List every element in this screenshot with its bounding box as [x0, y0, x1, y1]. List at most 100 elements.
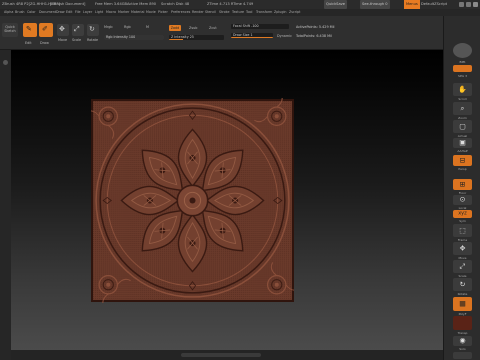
menus-toggle[interactable]: Menus: [404, 0, 420, 9]
menu-alpha[interactable]: Alpha: [4, 9, 13, 16]
zsub-button[interactable]: Zsub: [189, 26, 197, 30]
m-button[interactable]: M: [146, 25, 149, 29]
scale-icon: ⤢: [74, 25, 80, 33]
menu-color[interactable]: Color: [27, 9, 36, 16]
scroll-icon: ✋: [458, 85, 467, 93]
persp-icon: ⊟: [459, 156, 466, 164]
menu-draw[interactable]: Draw: [56, 9, 65, 16]
polyf-button[interactable]: ▦: [453, 297, 472, 311]
document-name: [ZBrush Document]: [50, 2, 86, 6]
color-swatch-icon[interactable]: [3, 60, 8, 65]
menu-stroke[interactable]: Stroke: [219, 9, 230, 16]
rgb-intensity-value: Rgb Intensity 100: [106, 35, 136, 39]
dynamic-button[interactable]: Dynamic: [277, 34, 292, 38]
frame-icon: ⬚: [459, 226, 466, 234]
material-sphere-icon[interactable]: [453, 43, 472, 58]
polyf-icon: ▦: [459, 299, 466, 308]
scroll-label: Scroll: [458, 97, 467, 101]
move-icon: ✥: [59, 25, 65, 33]
default-script-button[interactable]: DefaultZScript: [421, 0, 447, 9]
menu-movie[interactable]: Movie: [146, 9, 156, 16]
see-through-slider[interactable]: See-through 0: [360, 0, 390, 9]
menu-document[interactable]: Document: [39, 9, 56, 16]
draw-button[interactable]: ✐: [39, 23, 53, 37]
menu-tool[interactable]: Tool: [246, 9, 252, 16]
scale-button[interactable]: ⤢: [72, 24, 84, 36]
menu-stencil[interactable]: Stencil: [205, 9, 216, 16]
menu-marker[interactable]: Marker: [118, 9, 129, 16]
floor-button[interactable]: ⊞: [453, 179, 472, 190]
rotate-button[interactable]: ↻: [87, 24, 99, 36]
aahalf-icon: ▣: [459, 138, 466, 147]
rotate-view-icon: ↻: [459, 280, 466, 288]
menu-picker[interactable]: Picker: [158, 9, 168, 16]
menu-light[interactable]: Light: [95, 9, 103, 16]
quicksave-button[interactable]: QuickSave: [324, 0, 347, 9]
aahalf-button[interactable]: ▣: [453, 138, 472, 148]
edit-button[interactable]: ✎: [23, 23, 37, 37]
move-button[interactable]: ✥: [57, 24, 69, 36]
transp-label: Transp: [457, 331, 468, 335]
menu-material[interactable]: Material: [131, 9, 144, 16]
spix-button[interactable]: [453, 65, 472, 72]
menu-preferences[interactable]: Preferences: [171, 9, 190, 16]
pencil-icon: ✎: [26, 25, 32, 33]
zadd-button[interactable]: Zadd: [169, 25, 181, 31]
z-intensity-slider[interactable]: Z Intensity 25: [169, 35, 224, 40]
menu-macro[interactable]: Macro: [106, 9, 116, 16]
sym-label: Sym: [459, 219, 466, 223]
rotate-view-button[interactable]: ↻: [453, 278, 472, 291]
scroll-button[interactable]: ✋: [453, 83, 472, 96]
solo-button[interactable]: ◉: [453, 336, 472, 346]
active-mem: Active Mem 890: [127, 2, 157, 6]
sym-button[interactable]: xyz: [453, 210, 472, 218]
xpose-button[interactable]: [453, 352, 472, 359]
floor-icon: ⊞: [459, 180, 466, 188]
menu-edit[interactable]: Edit: [66, 9, 72, 16]
zcut-button[interactable]: Zcut: [209, 26, 217, 30]
scale-view-button[interactable]: ⤢: [453, 260, 472, 273]
move-label: Move: [58, 38, 68, 42]
zoom-button[interactable]: ⌕: [453, 102, 472, 115]
rotate-label: Rotate: [87, 38, 99, 42]
right-shelf: BPR SPix 3 ✋ Scroll ⌕ Zoom ▢ Actual ▣ AA…: [443, 16, 480, 360]
menu-brush[interactable]: Brush: [15, 9, 25, 16]
total-points: TotalPoints: 6.438 Mil: [296, 34, 332, 38]
minimize-icon[interactable]: [459, 2, 464, 7]
mrgb-button[interactable]: Mrgb: [104, 25, 113, 29]
menu-render[interactable]: Render: [192, 9, 204, 16]
z-intensity-value: Z Intensity 25: [171, 35, 194, 39]
focal-shift-value: Focal Shift -100: [233, 24, 259, 28]
draw-label: Draw: [40, 41, 49, 45]
spix-label: SPix 3: [457, 74, 468, 78]
bpr-button[interactable]: BPR: [446, 60, 479, 64]
menu-zplugin[interactable]: Zplugin: [274, 9, 286, 16]
rgb-intensity-slider[interactable]: Rgb Intensity 100: [104, 35, 164, 40]
rgb-button[interactable]: Rgb: [124, 25, 131, 29]
menu-file[interactable]: File: [75, 9, 81, 16]
menu-layer[interactable]: Layer: [83, 9, 92, 16]
zoom-icon: ⌕: [460, 104, 465, 112]
sym-icon: xyz: [458, 210, 467, 217]
move-view-icon: ✥: [459, 244, 466, 252]
menu-texture[interactable]: Texture: [232, 9, 244, 16]
maximize-icon[interactable]: [466, 2, 471, 7]
close-icon[interactable]: [473, 2, 478, 7]
frame-button[interactable]: ⬚: [453, 224, 472, 237]
move-view-button[interactable]: ✥: [453, 242, 472, 255]
actual-button[interactable]: ▢: [453, 120, 472, 133]
title-bar: ZBrush 4R8 P2[ZG-HHH1-HHH3] [ZBrush Docu…: [0, 0, 480, 9]
persp-button[interactable]: ⊟: [453, 155, 472, 166]
menu-transform[interactable]: Transform: [256, 9, 272, 16]
solo-icon: ◉: [459, 336, 466, 345]
menu-bar: Alpha Brush Color Document Draw Edit Fil…: [0, 9, 480, 16]
aahalf-label: AAHalf: [457, 149, 468, 153]
transp-button[interactable]: [453, 316, 472, 330]
bottom-scroll-grip[interactable]: [181, 353, 261, 357]
persp-label: Persp: [458, 167, 467, 171]
menu-zscript[interactable]: Zscript: [289, 9, 300, 16]
draw-size-slider[interactable]: Draw Size 1: [231, 33, 273, 38]
local-button[interactable]: ⊙: [453, 195, 472, 205]
sculpt-model[interactable]: [91, 98, 294, 303]
focal-shift-slider[interactable]: Focal Shift -100: [231, 24, 289, 29]
